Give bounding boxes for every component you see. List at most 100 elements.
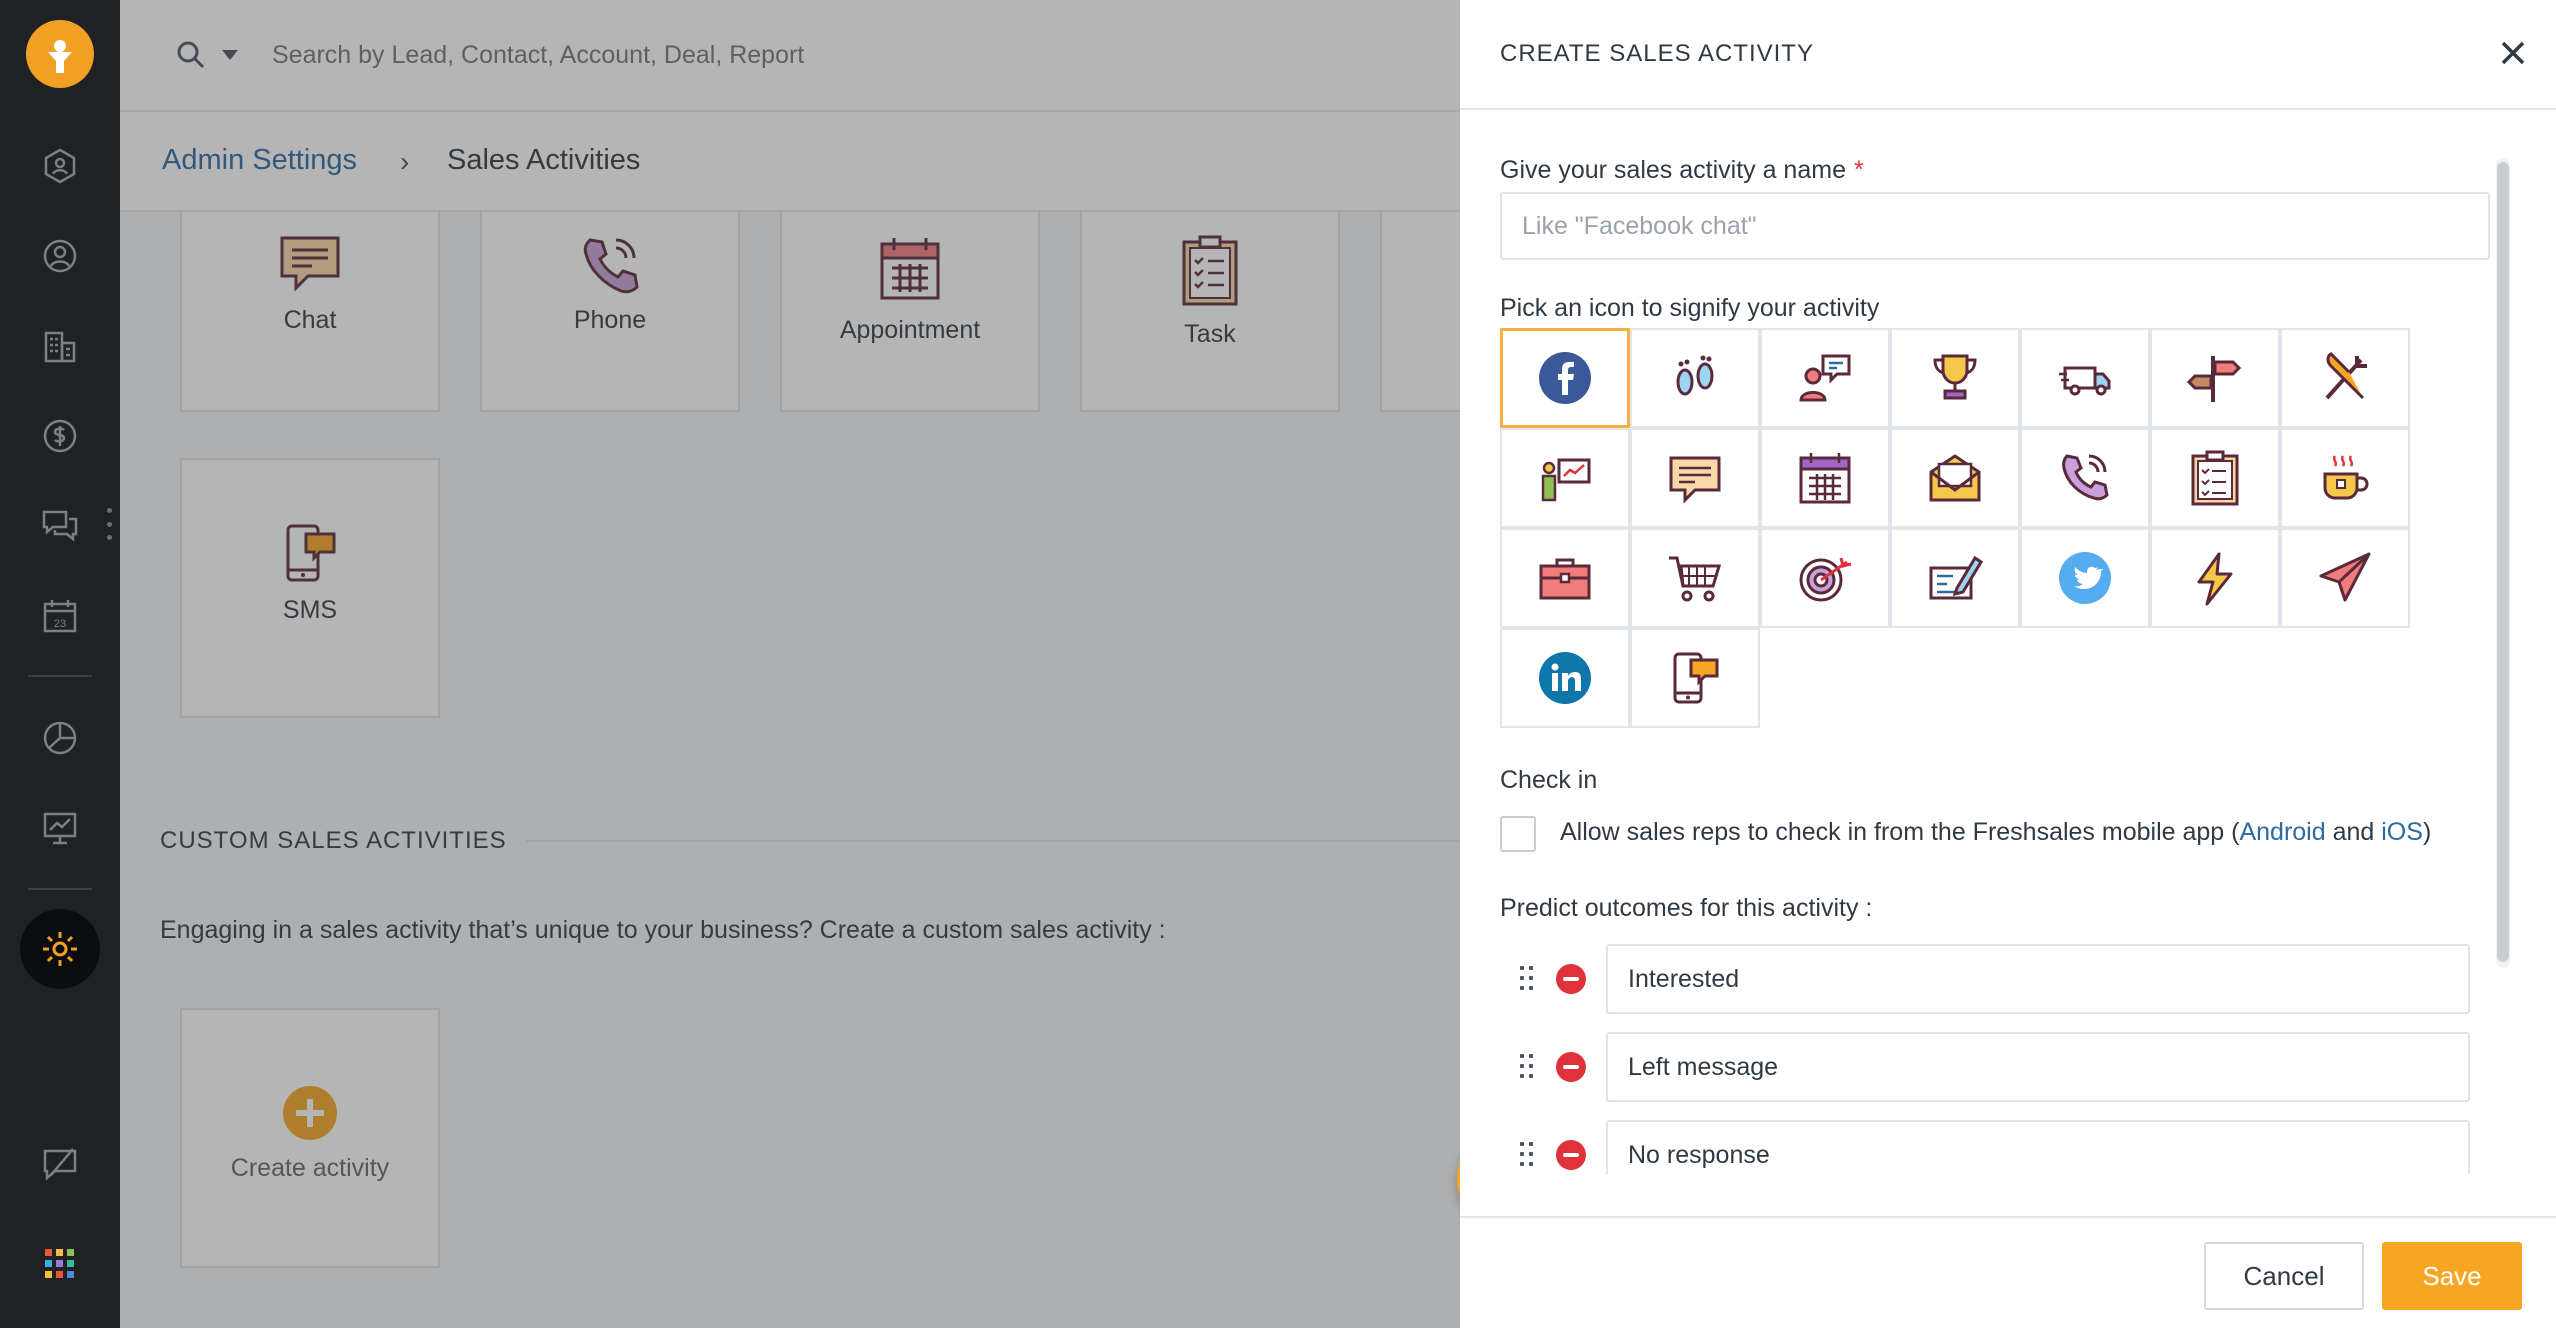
twitter-icon [2059, 552, 2111, 604]
remove-outcome-icon[interactable] [1556, 1052, 1586, 1082]
icon-option-delivery-truck[interactable] [2020, 328, 2150, 428]
icon-option-signpost[interactable] [2150, 328, 2280, 428]
calendar-icon [1799, 453, 1851, 504]
delivery-truck-icon [2059, 366, 2111, 396]
conversations-nav-icon[interactable] [38, 504, 82, 548]
icon-option-lightning[interactable] [2150, 528, 2280, 628]
icon-option-footprints[interactable] [1630, 328, 1760, 428]
reports-nav-icon[interactable] [38, 716, 82, 760]
presentation-icon [1541, 458, 1591, 502]
outcome-input[interactable] [1606, 944, 2470, 1014]
icon-option-coffee[interactable] [2280, 428, 2410, 528]
icon-option-envelope[interactable] [1890, 428, 2020, 528]
icon-option-shopping-cart[interactable] [1630, 528, 1760, 628]
shopping-cart-icon [1669, 556, 1722, 602]
drawer-footer: Cancel Save [1460, 1216, 2556, 1328]
ios-link[interactable]: iOS [2381, 818, 2423, 846]
close-icon[interactable] [2498, 38, 2528, 68]
icon-option-briefcase[interactable] [1500, 528, 1630, 628]
leads-nav-icon[interactable] [38, 234, 82, 278]
settings-nav-icon[interactable] [20, 909, 100, 989]
logo-icon [48, 40, 72, 73]
fork-knife-icon [2325, 352, 2367, 400]
drag-handle-icon[interactable] [1520, 1142, 1534, 1168]
accounts-nav-icon[interactable] [38, 324, 82, 368]
calendar-nav-icon[interactable]: 23 [38, 594, 82, 638]
icon-option-twitter[interactable] [2020, 528, 2150, 628]
outcomes-label: Predict outcomes for this activity : [1500, 894, 1873, 922]
freshsales-logo[interactable] [26, 20, 94, 88]
rail-resize-handle[interactable] [107, 508, 113, 540]
remove-outcome-icon[interactable] [1556, 964, 1586, 994]
apps-grid-icon[interactable] [38, 1242, 82, 1286]
icon-option-phone[interactable] [2020, 428, 2150, 528]
mobile-sms-icon [1673, 652, 1719, 704]
signpost-icon [2187, 356, 2242, 402]
left-nav-rail: 23 [0, 0, 120, 1328]
create-sales-activity-drawer: CREATE SALES ACTIVITY Give your sales ac… [1460, 0, 2556, 1328]
checkin-label: Check in [1500, 766, 1598, 794]
icon-picker-label: Pick an icon to signify your activity [1500, 294, 1880, 322]
envelope-icon [1929, 454, 1981, 502]
save-button[interactable]: Save [2382, 1242, 2522, 1310]
drag-handle-icon[interactable] [1520, 1054, 1534, 1080]
icon-option-signature[interactable] [1890, 528, 2020, 628]
dashboard-nav-icon[interactable] [38, 806, 82, 850]
icon-option-calendar[interactable] [1760, 428, 1890, 528]
signature-icon [1929, 555, 1983, 600]
briefcase-icon [1539, 558, 1591, 600]
main-content: Admin Settings › Sales Activities Chat P… [120, 0, 1580, 1328]
checkin-close-paren: ) [2422, 818, 2432, 846]
feedback-nav-icon[interactable] [38, 1142, 82, 1186]
required-marker: * [1853, 156, 1864, 184]
deals-nav-icon[interactable] [38, 414, 82, 458]
modal-backdrop[interactable] [120, 0, 1580, 1328]
checkin-and-text: and [2325, 818, 2382, 846]
drawer-title: CREATE SALES ACTIVITY [1500, 40, 1814, 67]
drawer-scrollbar[interactable] [2496, 158, 2510, 968]
chat-icon [1669, 456, 1721, 504]
activity-name-input[interactable] [1500, 192, 2490, 260]
icon-option-chat[interactable] [1630, 428, 1760, 528]
contacts-nav-icon[interactable] [38, 144, 82, 188]
drawer-body: Give your sales activity a name* Pick an… [1460, 112, 2556, 1174]
coffee-icon [2323, 455, 2369, 500]
icon-option-presentation[interactable] [1500, 428, 1630, 528]
cancel-button[interactable]: Cancel [2204, 1242, 2364, 1310]
facebook-icon [1539, 352, 1591, 404]
outcome-input[interactable] [1606, 1032, 2470, 1102]
clipboard-icon [2191, 450, 2239, 506]
name-field-label: Give your sales activity a name * [1500, 156, 1864, 185]
conversation-icon [1799, 354, 1851, 402]
checkin-checkbox[interactable] [1500, 816, 1536, 852]
lightning-icon [2197, 552, 2233, 606]
outcome-row [1500, 944, 2500, 1014]
checkin-text: Allow sales reps to check in from the Fr… [1560, 818, 2240, 846]
icon-option-conversation[interactable] [1760, 328, 1890, 428]
icon-option-target[interactable] [1760, 528, 1890, 628]
scrollbar-thumb[interactable] [2497, 162, 2509, 962]
checkin-description: Allow sales reps to check in from the Fr… [1560, 818, 2431, 847]
drag-handle-icon[interactable] [1520, 966, 1534, 992]
android-link[interactable]: Android [2239, 818, 2325, 846]
icon-option-paper-plane[interactable] [2280, 528, 2410, 628]
name-label-text: Give your sales activity a name [1500, 156, 1846, 184]
outcome-row [1500, 1120, 2500, 1174]
icon-option-facebook[interactable] [1500, 328, 1630, 428]
paper-plane-icon [2319, 552, 2371, 602]
icon-option-clipboard[interactable] [2150, 428, 2280, 528]
outcome-row [1500, 1032, 2500, 1102]
phone-icon [2062, 454, 2109, 501]
icon-option-fork-knife[interactable] [2280, 328, 2410, 428]
icon-option-mobile-sms[interactable] [1630, 628, 1760, 728]
linkedin-icon [1539, 652, 1591, 704]
icon-option-trophy[interactable] [1890, 328, 2020, 428]
svg-text:23: 23 [54, 618, 66, 630]
target-icon [1799, 557, 1852, 602]
remove-outcome-icon[interactable] [1556, 1140, 1586, 1170]
icon-option-linkedin[interactable] [1500, 628, 1630, 728]
drawer-header: CREATE SALES ACTIVITY [1460, 0, 2556, 110]
outcome-input[interactable] [1606, 1120, 2470, 1174]
trophy-icon [1933, 354, 1977, 400]
footprints-icon [1676, 355, 1714, 396]
